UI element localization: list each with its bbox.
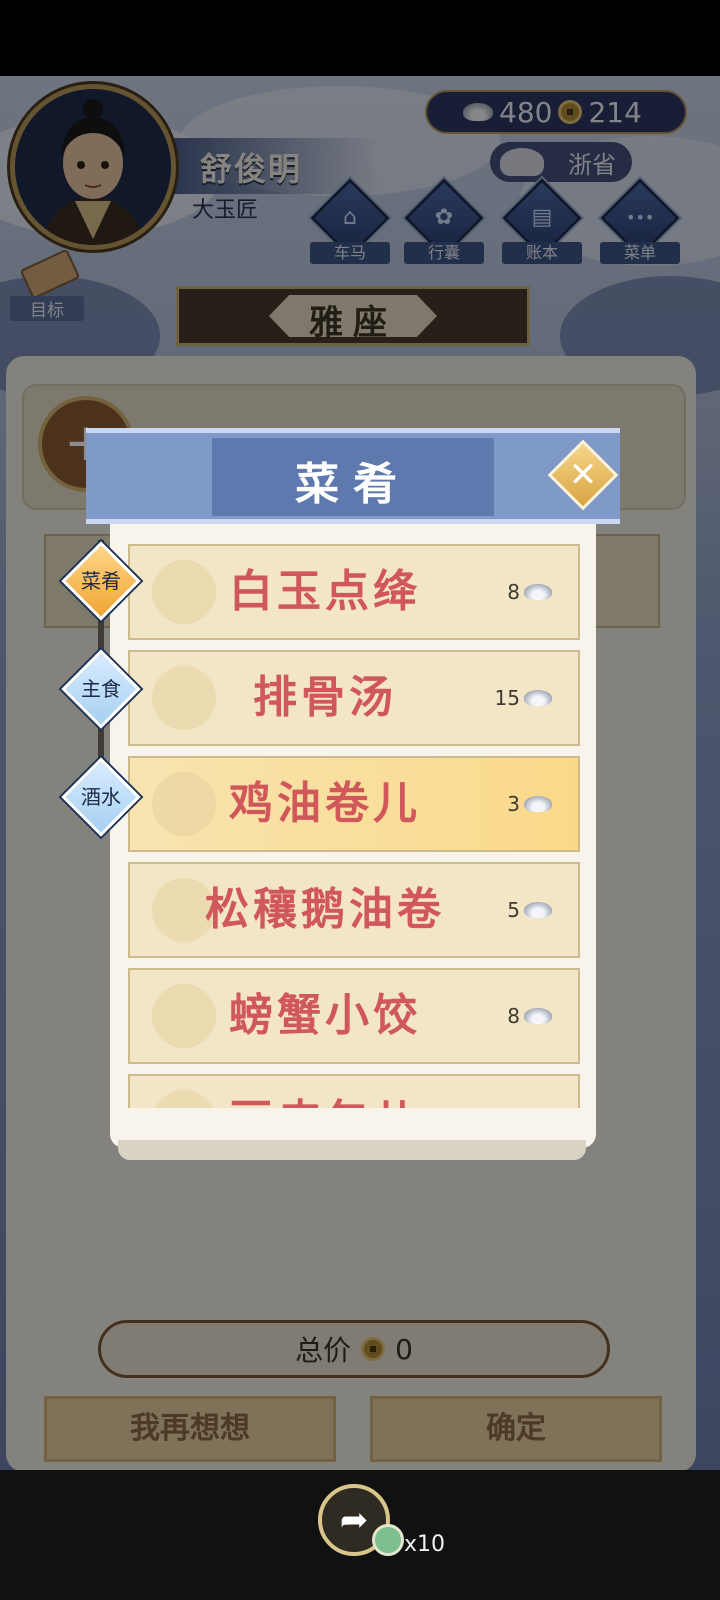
dish-item[interactable]: 螃蟹小饺 8 bbox=[128, 968, 580, 1064]
dish-name: 螃蟹小饺 bbox=[229, 990, 421, 1041]
dish-price: 3 bbox=[507, 792, 520, 816]
dish-item[interactable]: 白玉点绛 8 bbox=[128, 544, 580, 640]
silver-ingot-icon bbox=[524, 584, 552, 600]
dish-name: 豆皮包儿 bbox=[130, 1076, 520, 1108]
dish-list[interactable]: 白玉点绛 8 排骨汤 15 鸡油卷儿 3 松穰鹅油卷 5 螃蟹小饺 8 豆皮包儿… bbox=[110, 540, 596, 1108]
dish-item[interactable]: 松穰鹅油卷 5 bbox=[128, 862, 580, 958]
category-label: 酒水 bbox=[81, 785, 121, 809]
dish-name: 松穰鹅油卷 bbox=[205, 884, 445, 935]
silver-ingot-icon bbox=[524, 1008, 552, 1024]
status-bar bbox=[0, 0, 720, 76]
dish-name: 排骨汤 bbox=[253, 672, 397, 723]
dish-price: 8 bbox=[507, 1004, 520, 1028]
share-count: x10 bbox=[404, 1532, 446, 1557]
category-label: 菜肴 bbox=[81, 569, 121, 593]
silver-ingot-icon bbox=[524, 690, 552, 706]
category-tab-dishes[interactable]: 菜肴 bbox=[61, 541, 141, 621]
dish-item-selected[interactable]: 鸡油卷儿 3 bbox=[128, 756, 580, 852]
dish-price: 5 bbox=[507, 898, 520, 922]
category-tab-drinks[interactable]: 酒水 bbox=[61, 757, 141, 837]
dish-item[interactable]: 排骨汤 15 bbox=[128, 650, 580, 746]
dish-price: 8 bbox=[507, 580, 520, 604]
modal-base bbox=[118, 1140, 586, 1160]
dish-name: 白玉点绛 bbox=[229, 566, 421, 617]
category-label: 主食 bbox=[81, 677, 121, 701]
dish-price: 15 bbox=[494, 686, 520, 710]
jade-token-icon bbox=[372, 1524, 404, 1556]
category-tab-staples[interactable]: 主食 bbox=[61, 649, 141, 729]
modal-title: 菜肴 bbox=[295, 459, 411, 510]
dish-name: 鸡油卷儿 bbox=[229, 778, 421, 829]
dish-item[interactable]: 豆皮包儿 3 bbox=[128, 1074, 580, 1108]
close-icon: ✕ bbox=[568, 455, 598, 495]
silver-ingot-icon bbox=[524, 796, 552, 812]
silver-ingot-icon bbox=[524, 902, 552, 918]
